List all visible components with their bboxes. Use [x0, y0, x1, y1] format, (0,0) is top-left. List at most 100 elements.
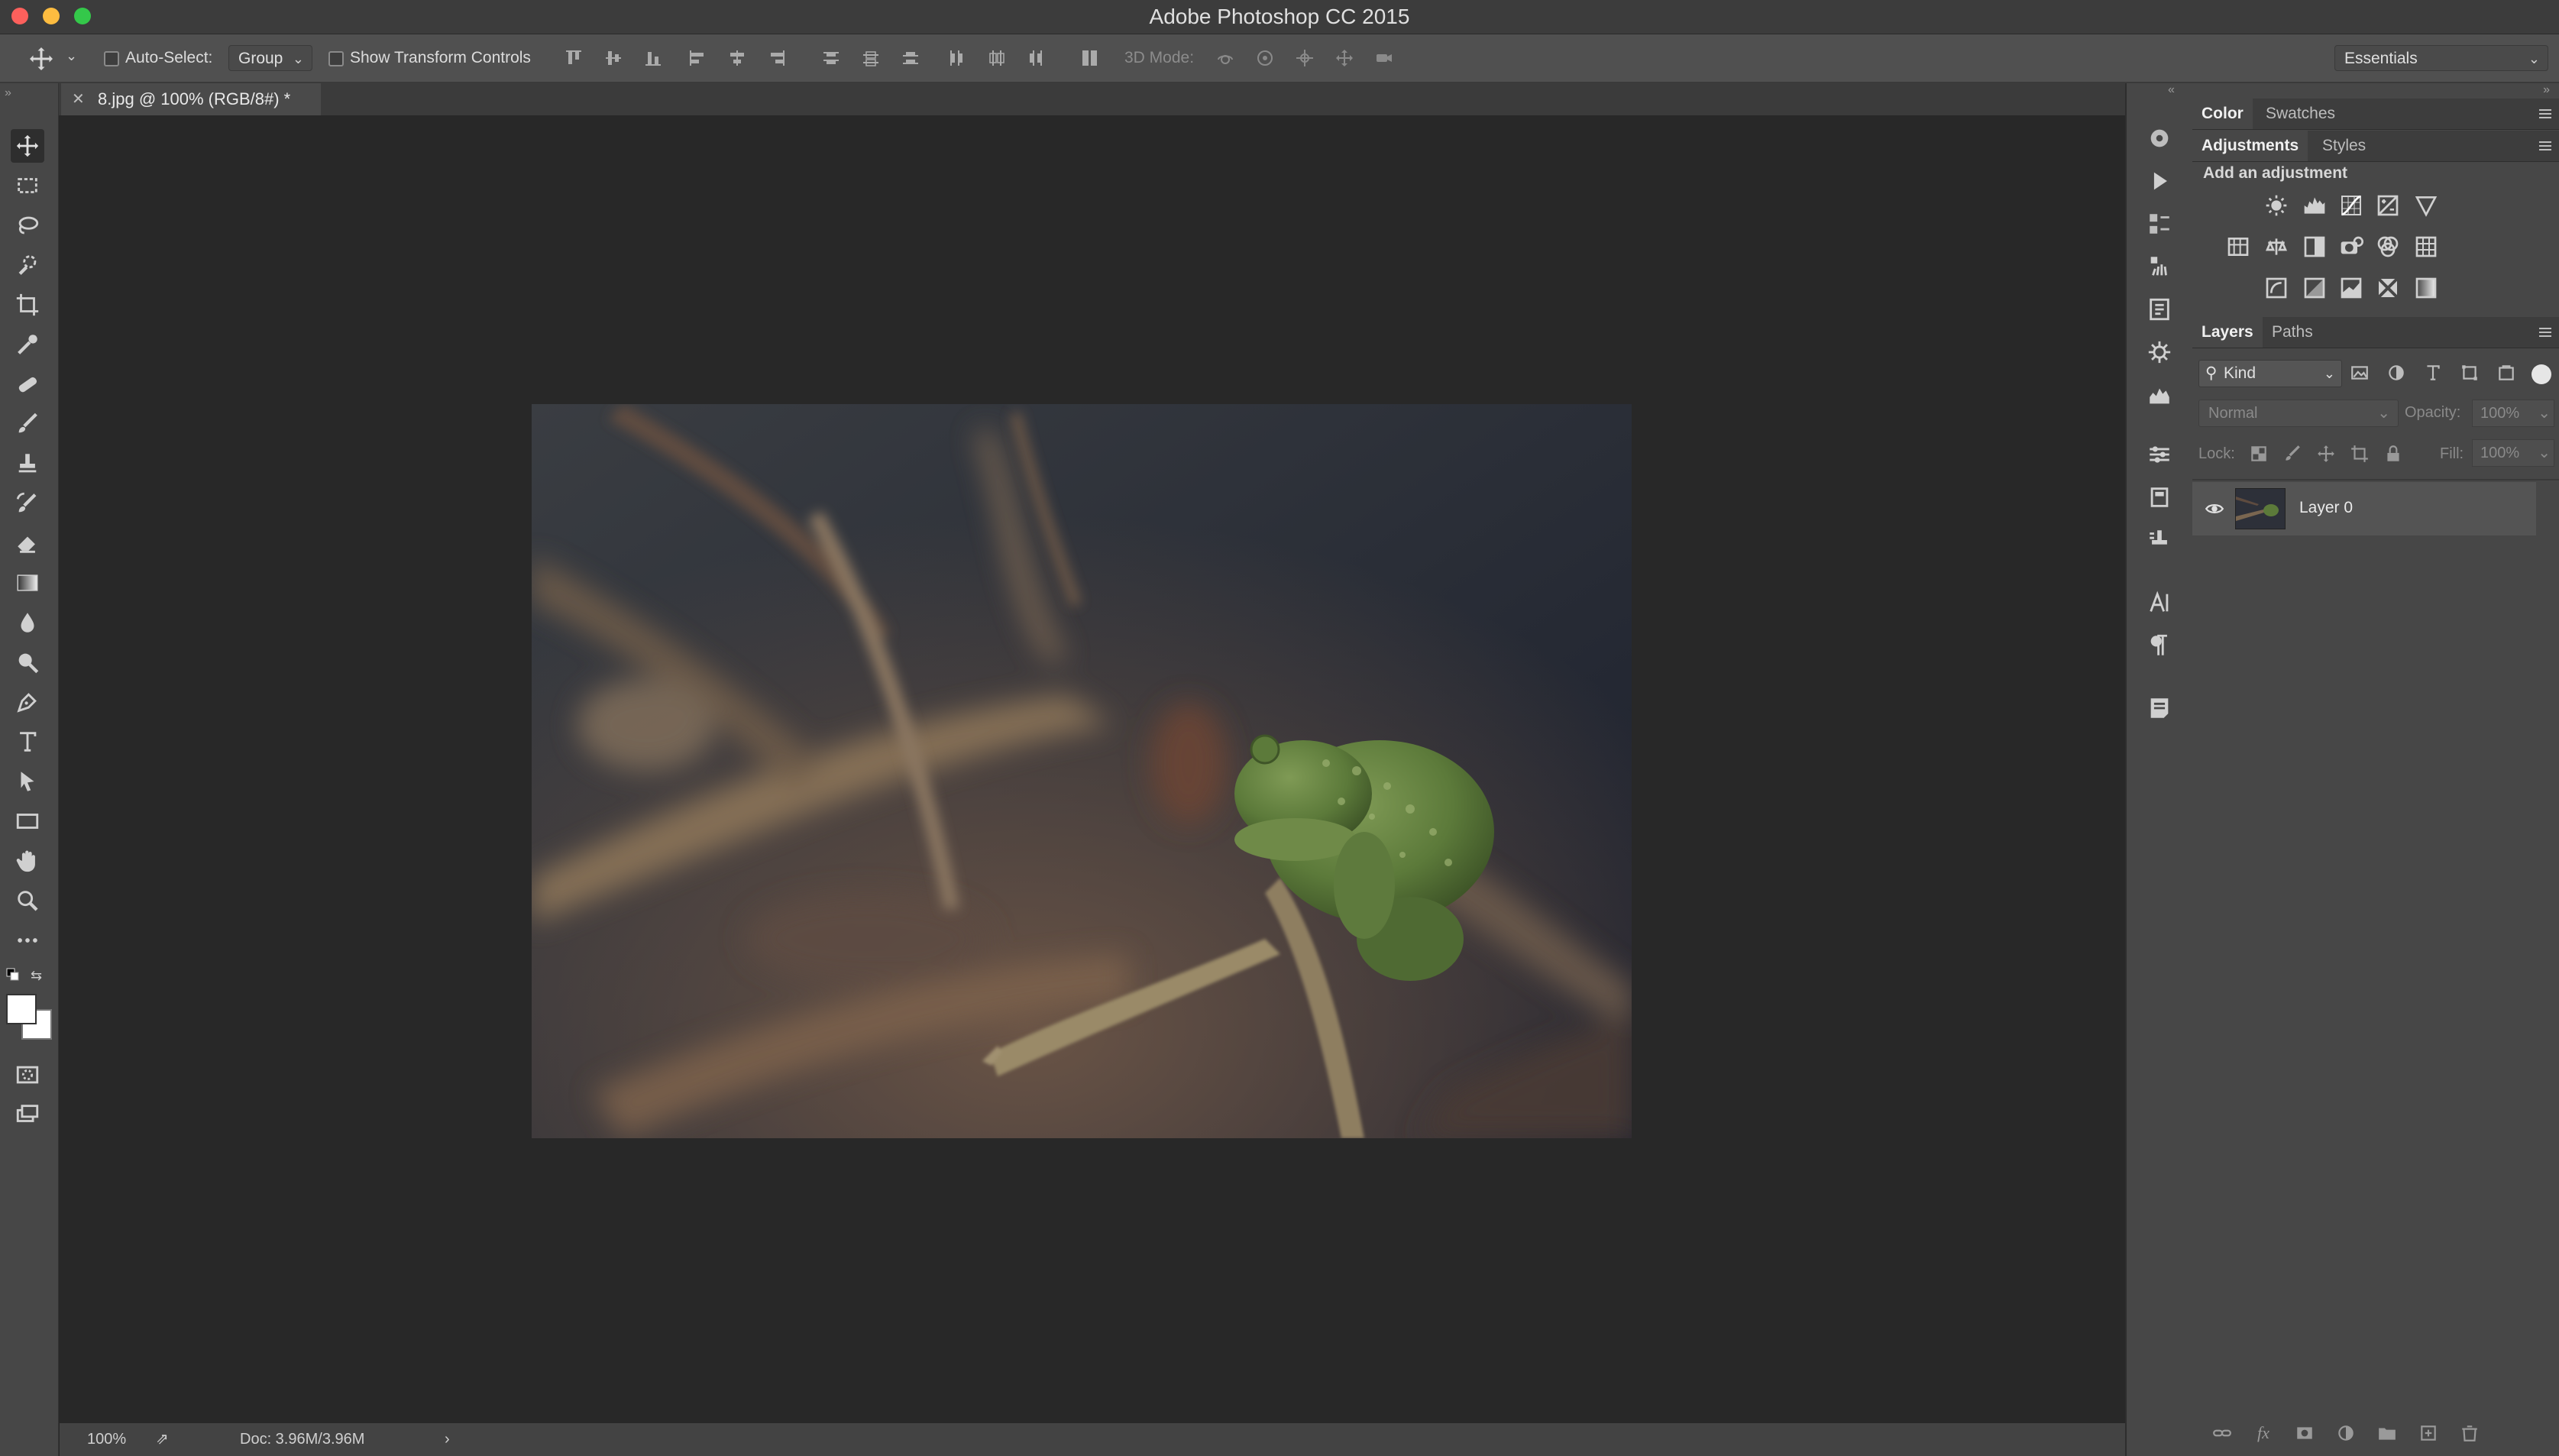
eraser-tool-icon[interactable]: [11, 526, 44, 560]
filter-shape-icon[interactable]: [2458, 361, 2481, 384]
zoom-tool-icon[interactable]: [11, 884, 44, 917]
auto-select-dropdown[interactable]: Group ⌄: [228, 45, 312, 71]
collapse-toolbar-icon[interactable]: »: [5, 86, 11, 100]
history-brush-tool-icon[interactable]: [11, 487, 44, 520]
threshold-icon[interactable]: [2337, 274, 2365, 302]
move-tool-icon[interactable]: [11, 129, 44, 163]
dodge-tool-icon[interactable]: [11, 645, 44, 679]
show-transform-checkbox[interactable]: [328, 51, 344, 66]
auto-align-layers-icon[interactable]: [1079, 47, 1101, 69]
lasso-tool-icon[interactable]: [11, 209, 44, 242]
photo-filter-icon[interactable]: [2337, 233, 2365, 260]
curves-icon[interactable]: [2337, 192, 2365, 219]
collapse-dock-icon[interactable]: «: [2168, 83, 2175, 97]
invert-icon[interactable]: [2263, 274, 2290, 302]
new-adjustment-layer-icon[interactable]: [2334, 1422, 2357, 1445]
lock-image-pixels-icon[interactable]: [2281, 442, 2304, 465]
brush-presets-icon[interactable]: [2144, 251, 2175, 282]
screen-mode-icon[interactable]: [11, 1098, 44, 1131]
share-icon[interactable]: ⇗: [156, 1423, 169, 1456]
libraries-icon[interactable]: [2144, 482, 2175, 513]
quick-selection-tool-icon[interactable]: [11, 248, 44, 282]
default-colors-icon[interactable]: [6, 968, 20, 982]
marquee-tool-icon[interactable]: [11, 169, 44, 202]
distribute-top-icon[interactable]: [820, 47, 842, 69]
panel-menu-icon[interactable]: [2538, 140, 2553, 152]
align-bottom-edges-icon[interactable]: [642, 47, 664, 69]
distribute-left-icon[interactable]: [946, 47, 967, 69]
tab-paths[interactable]: Paths: [2263, 317, 2322, 348]
3d-scale-camera-icon[interactable]: [1373, 47, 1395, 69]
link-layers-icon[interactable]: [2211, 1422, 2234, 1445]
delete-layer-trash-icon[interactable]: [2458, 1422, 2481, 1445]
vibrance-icon[interactable]: [2412, 192, 2440, 219]
3d-panel-icon[interactable]: [2144, 123, 2175, 154]
gradient-map-icon[interactable]: [2412, 274, 2440, 302]
healing-brush-tool-icon[interactable]: [11, 367, 44, 401]
properties-icon[interactable]: [2144, 439, 2175, 470]
document-tab[interactable]: ✕ 8.jpg @ 100% (RGB/8#) *: [61, 83, 321, 115]
character-panel-icon[interactable]: [2144, 587, 2175, 618]
hue-saturation-icon[interactable]: [2224, 233, 2252, 260]
distribute-vertical-centers-icon[interactable]: [860, 47, 882, 69]
lock-position-icon[interactable]: [2315, 442, 2337, 465]
foreground-color-swatch[interactable]: [6, 994, 37, 1024]
navigator-icon[interactable]: [2144, 337, 2175, 367]
filter-toggle-icon[interactable]: [2532, 364, 2551, 384]
align-top-edges-icon[interactable]: [563, 47, 584, 69]
rectangle-tool-icon[interactable]: [11, 804, 44, 838]
pen-tool-icon[interactable]: [11, 685, 44, 719]
opacity-field[interactable]: 100% ⌄: [2472, 400, 2554, 427]
brush-tool-icon[interactable]: [11, 407, 44, 441]
align-left-edges-icon[interactable]: [687, 47, 708, 69]
color-balance-icon[interactable]: [2263, 233, 2290, 260]
new-group-folder-icon[interactable]: [2376, 1422, 2399, 1445]
blur-tool-icon[interactable]: [11, 606, 44, 639]
3d-pan-icon[interactable]: [1294, 47, 1315, 69]
posterize-icon[interactable]: [2301, 274, 2328, 302]
path-selection-tool-icon[interactable]: [11, 765, 44, 798]
collapse-panels-icon[interactable]: »: [2543, 83, 2550, 97]
exposure-icon[interactable]: [2374, 192, 2402, 219]
document-image[interactable]: [532, 404, 1632, 1138]
align-horizontal-centers-icon[interactable]: [726, 47, 748, 69]
tool-preset-chevron-icon[interactable]: ⌄: [66, 48, 77, 64]
paragraph-panel-icon[interactable]: [2144, 630, 2175, 661]
levels-icon[interactable]: [2301, 192, 2328, 219]
3d-roll-icon[interactable]: [1254, 47, 1276, 69]
quick-mask-icon[interactable]: [11, 1058, 44, 1092]
actions-play-icon[interactable]: [2144, 166, 2175, 196]
hand-tool-icon[interactable]: [11, 844, 44, 878]
layer-style-fx-icon[interactable]: fx: [2252, 1422, 2275, 1445]
lock-all-icon[interactable]: [2382, 442, 2405, 465]
filter-smart-object-icon[interactable]: [2495, 361, 2518, 384]
zoom-level[interactable]: 100%: [87, 1423, 126, 1456]
eye-visibility-icon[interactable]: [2205, 499, 2224, 519]
panel-menu-icon[interactable]: [2538, 326, 2553, 338]
tab-adjustments[interactable]: Adjustments: [2192, 131, 2308, 161]
distribute-right-icon[interactable]: [1025, 47, 1047, 69]
close-tab-icon[interactable]: ✕: [72, 83, 85, 115]
distribute-bottom-icon[interactable]: [900, 47, 921, 69]
filter-type-icon[interactable]: [2422, 361, 2444, 384]
channel-mixer-icon[interactable]: [2374, 233, 2402, 260]
filter-adjustment-icon[interactable]: [2385, 361, 2408, 384]
brightness-contrast-icon[interactable]: [2263, 192, 2290, 219]
add-mask-icon[interactable]: [2293, 1422, 2316, 1445]
swap-colors-icon[interactable]: ⇆: [31, 968, 46, 983]
tab-styles[interactable]: Styles: [2313, 131, 2375, 161]
layer-filter-dropdown[interactable]: ⚲ Kind ⌄: [2198, 360, 2342, 387]
fill-field[interactable]: 100% ⌄: [2472, 439, 2554, 467]
align-vertical-centers-icon[interactable]: [603, 47, 624, 69]
notes-panel-icon[interactable]: [2144, 693, 2175, 723]
tab-layers[interactable]: Layers: [2192, 317, 2263, 348]
black-white-icon[interactable]: [2301, 233, 2328, 260]
layer-name[interactable]: Layer 0: [2299, 499, 2353, 517]
tool-presets-icon[interactable]: [2144, 525, 2175, 555]
3d-rotate-icon[interactable]: [1215, 47, 1236, 69]
histogram-icon[interactable]: [2144, 380, 2175, 410]
status-menu-arrow-icon[interactable]: ›: [445, 1423, 450, 1456]
filter-pixel-icon[interactable]: [2348, 361, 2371, 384]
move-tool-preset-icon[interactable]: [27, 45, 55, 73]
clone-stamp-tool-icon[interactable]: [11, 447, 44, 480]
